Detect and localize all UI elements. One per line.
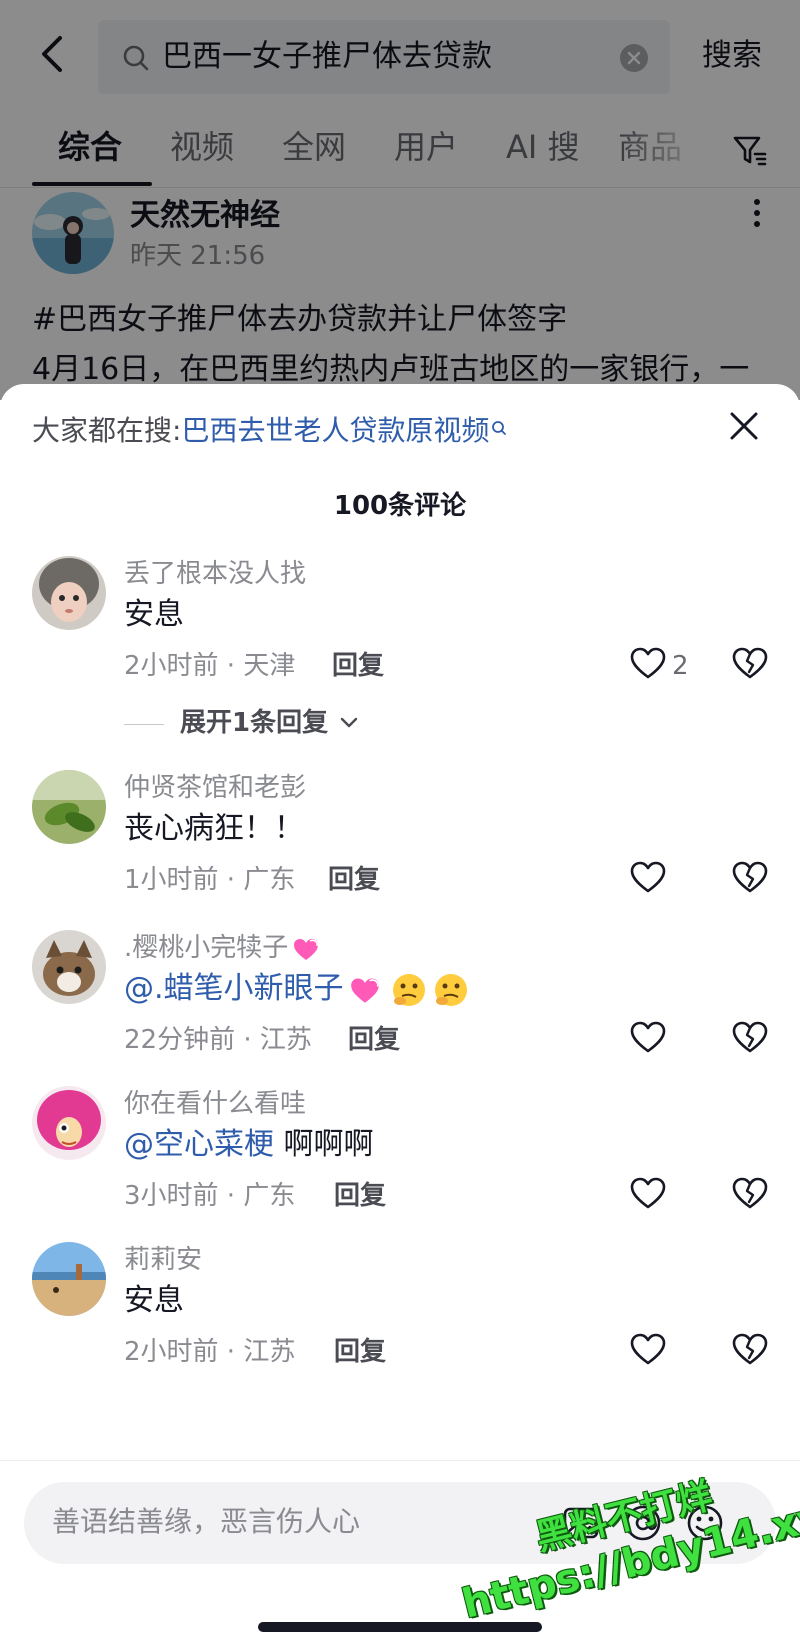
close-sheet-button[interactable]	[726, 408, 762, 444]
avatar-image	[32, 770, 106, 844]
comment-text: @.蜡笔小新眼子	[124, 970, 470, 1009]
comment-text: 安息	[124, 1283, 184, 1318]
comment-meta: 2小时前 · 江苏	[124, 1337, 296, 1367]
home-indicator	[258, 1622, 542, 1632]
sparkling-heart-icon	[350, 977, 379, 1003]
comment-username[interactable]: 丢了根本没人找	[124, 558, 306, 590]
comment-meta: 2小时前 · 天津	[124, 651, 296, 681]
chevron-down-icon	[340, 717, 358, 728]
heart-icon	[630, 1177, 666, 1209]
broken-heart-icon	[732, 1333, 768, 1365]
like-button[interactable]	[628, 1174, 668, 1214]
comment-input-placeholder: 善语结善缘，恶言伤人心	[52, 1505, 361, 1538]
like-button[interactable]	[628, 1330, 668, 1370]
dislike-button[interactable]	[730, 1330, 770, 1370]
mention-link[interactable]: @空心菜梗	[124, 1127, 274, 1162]
search-icon	[492, 421, 507, 435]
heart-icon	[630, 1021, 666, 1053]
broken-heart-icon	[732, 861, 768, 893]
avatar[interactable]	[32, 1242, 106, 1316]
comment-text-body: 啊啊啊	[283, 1127, 374, 1162]
avatar-image	[32, 1086, 106, 1160]
mention-link[interactable]: @.蜡笔小新眼子	[124, 971, 344, 1006]
trending-label: 大家都在搜:	[32, 414, 182, 447]
trending-keyword[interactable]: 巴西去世老人贷款原视频	[181, 414, 489, 447]
dislike-button[interactable]	[730, 1018, 770, 1058]
comment-username[interactable]: 你在看什么看哇	[124, 1088, 306, 1120]
expand-replies-button[interactable]: 展开1条回复	[124, 706, 424, 742]
comment-text: @空心菜梗 啊啊啊	[124, 1126, 374, 1164]
avatar-image	[32, 930, 106, 1004]
thinking-face-icon	[392, 973, 425, 1006]
dislike-button[interactable]	[730, 1174, 770, 1214]
comment-username[interactable]: 仲贤茶馆和老彭	[124, 772, 306, 804]
comment-text: 丧心病狂！！	[124, 811, 304, 846]
expand-replies-label: 展开1条回复	[180, 708, 329, 738]
comment-sheet: 大家都在搜:巴西去世老人贷款原视频 100条评论 丢了根本没人找 安息 2小时前…	[0, 384, 800, 1648]
divider-line	[124, 724, 164, 725]
reply-button[interactable]: 回复	[332, 650, 384, 682]
modal-overlay[interactable]	[0, 0, 800, 400]
avatar-image	[32, 1242, 106, 1316]
reply-button[interactable]: 回复	[334, 1180, 386, 1212]
reply-button[interactable]: 回复	[328, 864, 380, 896]
comment-text: 安息	[124, 597, 184, 632]
trending-search[interactable]: 大家都在搜:巴西去世老人贷款原视频	[32, 414, 507, 448]
comment-count: 100条评论	[333, 491, 467, 521]
avatar[interactable]	[32, 556, 106, 630]
broken-heart-icon	[732, 1021, 768, 1053]
reply-button[interactable]: 回复	[334, 1336, 386, 1368]
like-button[interactable]	[628, 1018, 668, 1058]
reply-button[interactable]: 回复	[348, 1024, 400, 1056]
broken-heart-icon	[732, 1177, 768, 1209]
heart-icon	[630, 1333, 666, 1365]
like-button[interactable]	[628, 858, 668, 898]
broken-heart-icon	[732, 647, 768, 679]
heart-icon	[630, 647, 666, 679]
comment-username[interactable]: 莉莉安	[124, 1244, 202, 1276]
sparkling-heart-icon	[294, 938, 319, 960]
heart-icon	[630, 861, 666, 893]
like-count: 2	[672, 651, 689, 681]
comment-meta: 1小时前 · 广东	[124, 865, 296, 895]
avatar[interactable]	[32, 770, 106, 844]
comment-username[interactable]: .樱桃小完犊子	[124, 932, 324, 964]
close-icon	[730, 412, 758, 440]
like-button[interactable]	[628, 644, 668, 684]
divider	[0, 1460, 800, 1461]
avatar[interactable]	[32, 1086, 106, 1160]
dislike-button[interactable]	[730, 858, 770, 898]
comment-username-text: .樱桃小完犊子	[124, 933, 289, 963]
comment-meta: 3小时前 · 广东	[124, 1181, 296, 1211]
thinking-face-icon	[434, 973, 467, 1006]
dislike-button[interactable]	[730, 644, 770, 684]
avatar[interactable]	[32, 930, 106, 1004]
comment-meta: 22分钟前 · 江苏	[124, 1025, 312, 1055]
avatar-image	[32, 556, 106, 630]
